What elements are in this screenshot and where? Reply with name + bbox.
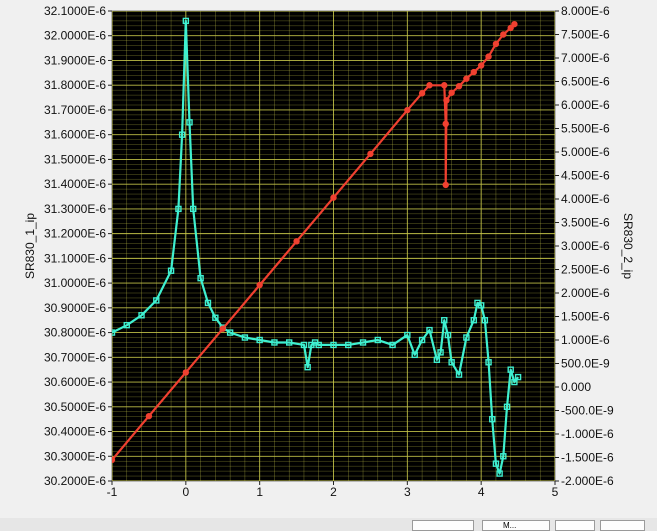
series-2-point bbox=[367, 150, 374, 158]
y-right-tick-label: 5.000E-6 bbox=[561, 145, 610, 159]
y-left-tick-label: 31.3000E-6 bbox=[44, 202, 106, 216]
y-right-tick-label: 7.500E-6 bbox=[561, 28, 610, 42]
y-left-tick-label: 31.1000E-6 bbox=[44, 251, 106, 265]
y-right-tick-label: 8.000E-6 bbox=[561, 4, 610, 18]
y-left-tick-label: 30.4000E-6 bbox=[44, 425, 106, 439]
series-2-point bbox=[256, 281, 263, 289]
y-right-tick-label: -500.0E-9 bbox=[561, 404, 614, 418]
series-2-point bbox=[293, 238, 300, 245]
series-2-point bbox=[500, 31, 507, 38]
y-left-tick-label: 31.5000E-6 bbox=[44, 152, 106, 166]
y-right-tick-label: 5.500E-6 bbox=[561, 122, 610, 136]
y-right-tick-label: 2.000E-6 bbox=[561, 286, 610, 300]
series-2-point bbox=[477, 62, 485, 69]
y-right-tick-label: -1.500E-6 bbox=[561, 451, 614, 465]
y-right-tick-label: 6.500E-6 bbox=[561, 75, 610, 89]
series-2-point bbox=[442, 120, 449, 128]
x-tick-label: 4 bbox=[478, 485, 485, 499]
y-left-tick-label: 31.2000E-6 bbox=[44, 227, 106, 241]
y-left-tick-label: 30.2000E-6 bbox=[44, 474, 106, 488]
series-2-point bbox=[463, 75, 470, 82]
graph-panel: -1 0 1 2 3 4 5 30.2000E-6 30.3000E-6 30.4000E-6 30… bbox=[0, 0, 657, 518]
series-2-point bbox=[442, 181, 449, 189]
y-left-tick-label: 30.7000E-6 bbox=[44, 350, 106, 364]
y-left-tick-label: 31.4000E-6 bbox=[44, 177, 106, 191]
y-right-tick-label: 0.000 bbox=[561, 380, 591, 394]
y-left-tick-label: 30.8000E-6 bbox=[44, 326, 106, 340]
y-left-tick-label: 30.5000E-6 bbox=[44, 400, 106, 414]
series-2-point bbox=[219, 325, 226, 332]
series-2-point bbox=[448, 89, 455, 96]
y-right-tick-label: 1.500E-6 bbox=[561, 310, 610, 324]
y-right-axis-title: SR830_2_ip bbox=[621, 213, 635, 279]
y-left-tick-label: 31.7000E-6 bbox=[44, 103, 106, 117]
series-2-point bbox=[485, 53, 492, 60]
y-left-tick-label: 31.6000E-6 bbox=[44, 128, 106, 142]
y-right-tick-label: 3.500E-6 bbox=[561, 216, 610, 230]
y-left-tick-label: 31.9000E-6 bbox=[44, 53, 106, 67]
y-left-tick-label: 30.9000E-6 bbox=[44, 301, 106, 315]
series-2-point bbox=[426, 82, 433, 89]
y-right-tick-label: 1.000E-6 bbox=[561, 333, 610, 347]
graph-zoom-button[interactable] bbox=[600, 520, 645, 531]
graph-mode-label: M... bbox=[503, 521, 517, 530]
y-right-tick-label: -2.000E-6 bbox=[561, 474, 614, 488]
x-tick-label: 2 bbox=[330, 485, 337, 499]
x-tick-label: 0 bbox=[182, 485, 189, 499]
x-tick-label: 5 bbox=[552, 485, 559, 499]
y-left-axis-title: SR830_1_ip bbox=[23, 213, 37, 279]
y-left-tick-label: 31.8000E-6 bbox=[44, 78, 106, 92]
x-tick-label: -1 bbox=[107, 485, 118, 499]
series-2-point bbox=[455, 83, 463, 90]
y-left-tick-label: 31.0000E-6 bbox=[44, 276, 106, 290]
series-2-point bbox=[443, 97, 450, 104]
series-2-point bbox=[511, 20, 518, 28]
y-right-tick-label: 6.000E-6 bbox=[561, 98, 610, 112]
series-2-point bbox=[418, 90, 426, 97]
x-tick-label: 3 bbox=[404, 485, 411, 499]
series-2-point bbox=[330, 194, 337, 201]
graph-mode-button[interactable]: M... bbox=[482, 520, 550, 531]
y-left-tick-label: 32.0000E-6 bbox=[44, 29, 106, 43]
series-2-point bbox=[182, 369, 190, 376]
x-tick-label: 1 bbox=[256, 485, 263, 499]
y-right-tick-label: 3.000E-6 bbox=[561, 239, 610, 253]
series-2-point bbox=[404, 106, 411, 114]
y-right-tick-label: 4.000E-6 bbox=[561, 192, 610, 206]
y-left-tick-label: 30.3000E-6 bbox=[44, 449, 106, 463]
series-2-point bbox=[145, 412, 153, 420]
series-2-point bbox=[470, 68, 477, 76]
y-right-tick-label: 500.0E-9 bbox=[561, 357, 610, 371]
y-right-tick-label: 7.000E-6 bbox=[561, 51, 610, 65]
series-2-point bbox=[441, 82, 448, 89]
graph-palette-field[interactable] bbox=[412, 520, 474, 531]
y-left-tick-label: 30.6000E-6 bbox=[44, 375, 106, 389]
y-right-tick-label: -1.000E-6 bbox=[561, 427, 614, 441]
y-left-tick-label: 32.1000E-6 bbox=[44, 4, 106, 18]
graph-tool-button[interactable] bbox=[555, 520, 595, 531]
bottom-toolbar: M... bbox=[0, 518, 657, 531]
y-right-tick-label: 4.500E-6 bbox=[561, 169, 610, 183]
series-2-point bbox=[492, 40, 500, 48]
y-right-tick-label: 2.500E-6 bbox=[561, 263, 610, 277]
